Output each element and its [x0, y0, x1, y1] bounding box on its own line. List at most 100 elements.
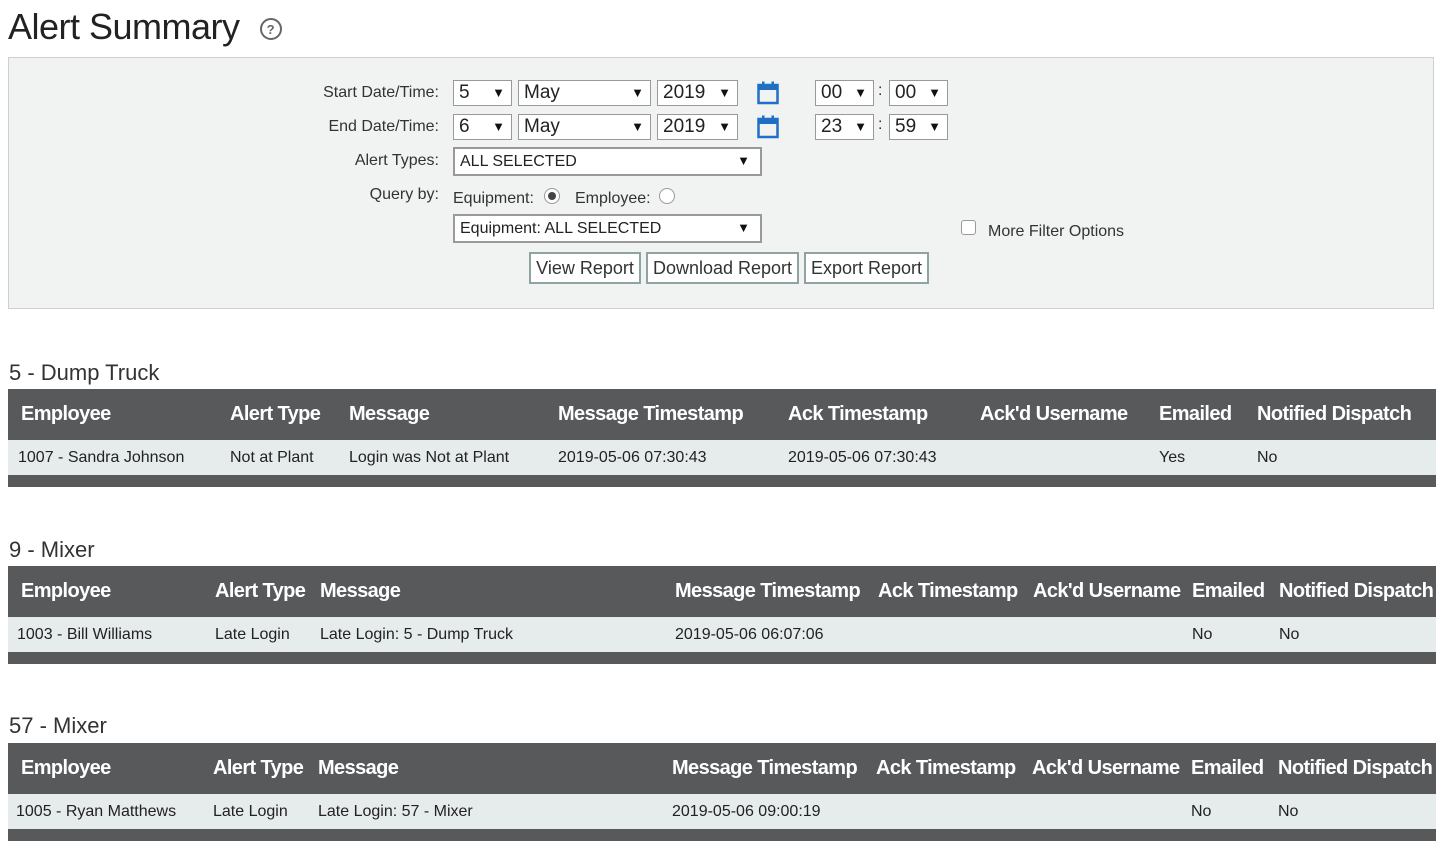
more-filter-options-checkbox[interactable]	[961, 220, 976, 235]
col-ackd-username: Ack'd Username	[980, 403, 1128, 425]
cell-employee: 1005 - Ryan Matthews	[16, 802, 177, 820]
alert-table: Employee Alert Type Message Message Time…	[8, 566, 1436, 664]
table-header: Employee Alert Type Message Message Time…	[8, 566, 1436, 617]
table-row: 1005 - Ryan Matthews Late Login Late Log…	[8, 794, 1436, 829]
table-header: Employee Alert Type Message Message Time…	[8, 743, 1436, 794]
col-message: Message	[349, 403, 430, 425]
cell-message: Late Login: 57 - Mixer	[318, 802, 473, 820]
col-ackd-username: Ack'd Username	[1033, 580, 1181, 602]
table-footer	[8, 475, 1436, 487]
cell-notified-dispatch: No	[1278, 802, 1299, 820]
cell-message: Login was Not at Plant	[349, 448, 510, 466]
end-datetime-label: End Date/Time:	[328, 118, 439, 135]
alert-types-select[interactable]: ALL SELECTED ▼	[453, 147, 762, 176]
alert-types-label: Alert Types:	[354, 152, 439, 169]
start-calendar-icon[interactable]	[757, 81, 779, 105]
start-month-select[interactable]: May ▼	[518, 80, 651, 106]
col-alert-type: Alert Type	[213, 757, 304, 779]
col-notified-dispatch: Notified Dispatch	[1257, 403, 1412, 425]
col-employee: Employee	[21, 403, 111, 425]
cell-alert-type: Late Login	[213, 802, 288, 820]
chevron-down-icon: ▼	[631, 85, 644, 100]
col-ack-timestamp: Ack Timestamp	[788, 403, 928, 425]
cell-message-timestamp: 2019-05-06 06:07:06	[675, 625, 824, 643]
cell-message: Late Login: 5 - Dump Truck	[320, 625, 513, 643]
query-by-label: Query by:	[369, 186, 439, 203]
col-alert-type: Alert Type	[215, 580, 306, 602]
col-ackd-username: Ack'd Username	[1032, 757, 1180, 779]
col-message-timestamp: Message Timestamp	[558, 403, 744, 425]
group-title: 9 - Mixer	[9, 537, 95, 562]
chevron-down-icon: ▼	[492, 119, 505, 134]
chevron-down-icon: ▼	[737, 220, 750, 235]
col-employee: Employee	[21, 580, 111, 602]
alert-table: Employee Alert Type Message Message Time…	[8, 743, 1436, 841]
cell-employee: 1003 - Bill Williams	[17, 625, 153, 643]
more-filter-options-label[interactable]: More Filter Options	[988, 223, 1124, 241]
chevron-down-icon: ▼	[854, 119, 867, 134]
end-day-select[interactable]: 6 ▼	[453, 114, 512, 140]
table-footer	[8, 652, 1436, 664]
table-header: Employee Alert Type Message Message Time…	[8, 389, 1436, 440]
col-notified-dispatch: Notified Dispatch	[1278, 757, 1433, 779]
col-emailed: Emailed	[1159, 403, 1232, 425]
cell-notified-dispatch: No	[1279, 625, 1300, 643]
page-header: Alert Summary ?	[8, 4, 282, 50]
employee-radio[interactable]	[659, 188, 675, 204]
chevron-down-icon: ▼	[928, 119, 941, 134]
cell-ack-timestamp: 2019-05-06 07:30:43	[788, 448, 937, 466]
group-title: 5 - Dump Truck	[9, 360, 160, 385]
chevron-down-icon: ▼	[928, 85, 941, 100]
cell-alert-type: Not at Plant	[230, 448, 314, 466]
export-report-button[interactable]: Export Report	[804, 252, 929, 284]
col-alert-type: Alert Type	[230, 403, 321, 425]
view-report-button[interactable]: View Report	[529, 252, 641, 284]
download-report-button[interactable]: Download Report	[646, 252, 799, 284]
start-minute-select[interactable]: 00 ▼	[889, 80, 948, 106]
start-day-select[interactable]: 5 ▼	[453, 80, 512, 106]
time-separator: :	[878, 82, 883, 99]
start-year-select[interactable]: 2019 ▼	[657, 80, 738, 106]
col-notified-dispatch: Notified Dispatch	[1279, 580, 1434, 602]
equipment-select[interactable]: Equipment: ALL SELECTED ▼	[453, 214, 762, 243]
end-hour-select[interactable]: 23 ▼	[815, 114, 874, 140]
cell-emailed: No	[1192, 625, 1213, 643]
chevron-down-icon: ▼	[718, 85, 731, 100]
cell-emailed: Yes	[1159, 448, 1186, 466]
col-message-timestamp: Message Timestamp	[672, 757, 858, 779]
help-icon[interactable]: ?	[259, 18, 282, 40]
col-employee: Employee	[21, 757, 111, 779]
start-datetime-label: Start Date/Time:	[323, 84, 439, 101]
chevron-down-icon: ▼	[631, 119, 644, 134]
equipment-radio-label: Equipment:	[453, 190, 534, 207]
chevron-down-icon: ▼	[854, 85, 867, 100]
cell-alert-type: Late Login	[215, 625, 290, 643]
col-emailed: Emailed	[1192, 580, 1265, 602]
cell-message-timestamp: 2019-05-06 09:00:19	[672, 802, 821, 820]
filter-panel: Start Date/Time: 5 ▼ May ▼ 2019 ▼ 00 ▼ : 00 ▼…	[8, 57, 1434, 309]
alert-table: Employee Alert Type Message Message Time…	[8, 389, 1436, 487]
col-ack-timestamp: Ack Timestamp	[876, 757, 1016, 779]
col-ack-timestamp: Ack Timestamp	[878, 580, 1018, 602]
end-calendar-icon[interactable]	[757, 115, 779, 139]
table-row: 1003 - Bill Williams Late Login Late Log…	[8, 617, 1436, 652]
col-message: Message	[320, 580, 401, 602]
cell-emailed: No	[1191, 802, 1212, 820]
group-title: 57 - Mixer	[9, 713, 107, 738]
time-separator: :	[878, 116, 883, 133]
table-footer	[8, 829, 1436, 841]
start-hour-select[interactable]: 00 ▼	[815, 80, 874, 106]
cell-employee: 1007 - Sandra Johnson	[18, 448, 185, 466]
chevron-down-icon: ▼	[737, 153, 750, 168]
cell-notified-dispatch: No	[1257, 448, 1278, 466]
end-month-select[interactable]: May ▼	[518, 114, 651, 140]
chevron-down-icon: ▼	[492, 85, 505, 100]
employee-radio-label: Employee:	[575, 190, 651, 207]
page-title: Alert Summary	[8, 6, 240, 47]
cell-message-timestamp: 2019-05-06 07:30:43	[558, 448, 707, 466]
chevron-down-icon: ▼	[718, 119, 731, 134]
col-message-timestamp: Message Timestamp	[675, 580, 861, 602]
end-year-select[interactable]: 2019 ▼	[657, 114, 738, 140]
equipment-radio[interactable]	[544, 188, 560, 204]
end-minute-select[interactable]: 59 ▼	[889, 114, 948, 140]
